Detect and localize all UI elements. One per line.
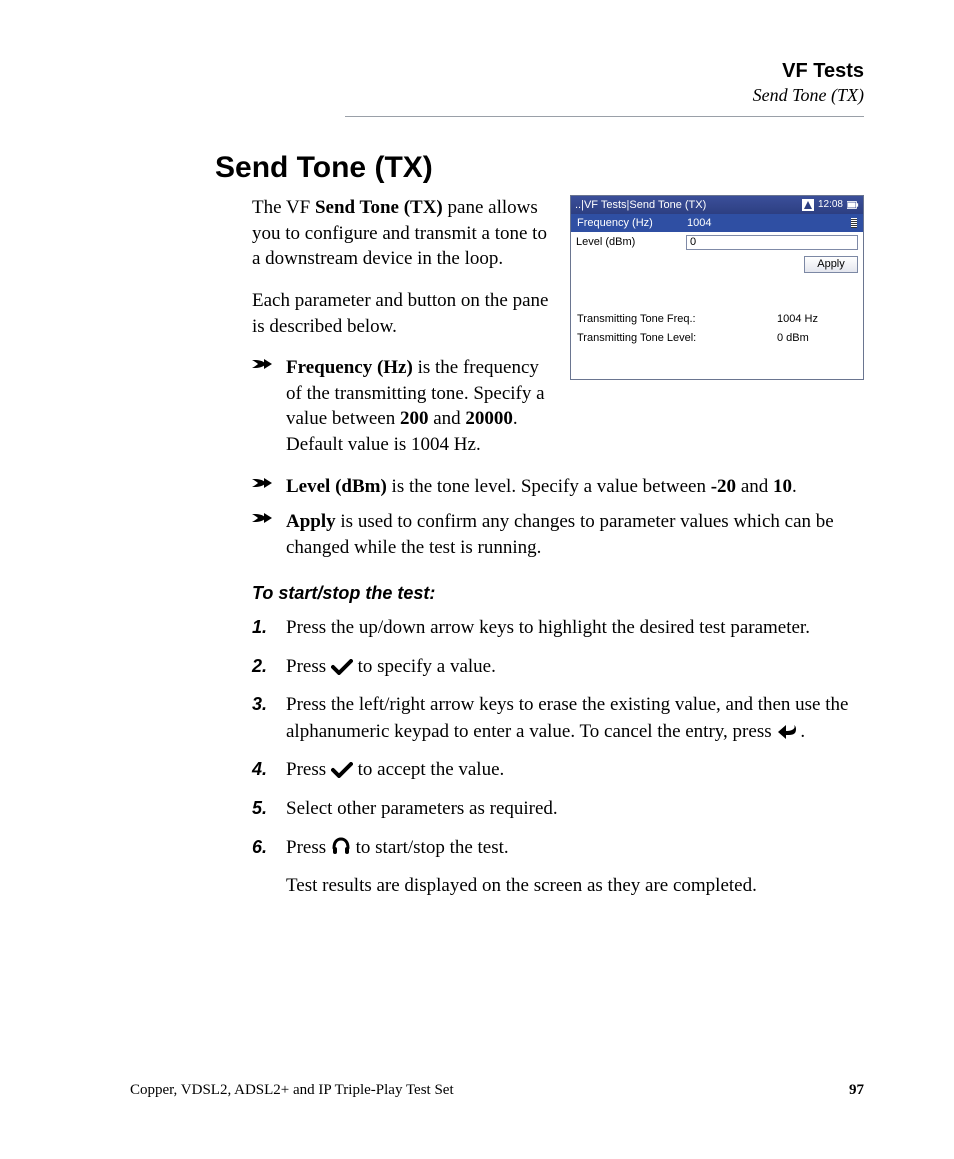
text-bold: 200 xyxy=(400,408,429,429)
text-bold: Level (dBm) xyxy=(286,476,387,497)
page-footer: Copper, VDSL2, ADSL2+ and IP Triple-Play… xyxy=(130,1082,864,1099)
text-bold: Frequency (Hz) xyxy=(286,357,413,378)
bullet-frequency: Frequency (Hz) is the frequency of the t… xyxy=(252,355,556,458)
step-number: 4. xyxy=(252,757,286,781)
check-icon xyxy=(331,656,353,677)
step-number: 3. xyxy=(252,692,286,716)
page-title: Send Tone (TX) xyxy=(215,151,864,185)
clock: 12:08 xyxy=(818,198,843,212)
step-number: 1. xyxy=(252,615,286,639)
text-bold: Apply xyxy=(286,511,336,532)
step-text: Press to accept the value. xyxy=(286,757,864,784)
text: to specify a value. xyxy=(353,656,496,677)
text: and xyxy=(736,476,773,497)
result-freq-row: Transmitting Tone Freq.: 1004 Hz xyxy=(577,310,857,329)
step-text: Press to start/stop the test. xyxy=(286,835,864,862)
procedure-heading: To start/stop the test: xyxy=(252,581,864,605)
device-title: ..|VF Tests|Send Tone (TX) xyxy=(575,198,802,213)
step-number: 5. xyxy=(252,796,286,820)
apply-row: Apply xyxy=(571,252,863,276)
param-frequency-row[interactable]: Frequency (Hz) 1004 xyxy=(571,214,863,232)
bullet-apply: Apply is used to confirm any changes to … xyxy=(252,509,864,560)
check-icon xyxy=(331,759,353,780)
bullet-text: Apply is used to confirm any changes to … xyxy=(286,509,864,560)
text: Press xyxy=(286,759,331,780)
result-level-value: 0 dBm xyxy=(777,329,857,348)
text: is used to confirm any changes to parame… xyxy=(286,511,834,558)
text: The VF xyxy=(252,197,315,218)
param-frequency-label: Frequency (Hz) xyxy=(577,216,687,231)
bullet-text: Level (dBm) is the tone level. Specify a… xyxy=(286,474,864,500)
step-2: 2. Press to specify a value. xyxy=(252,654,864,681)
step-text: Press to specify a value. xyxy=(286,654,864,681)
body-content: ..|VF Tests|Send Tone (TX) 12:08 Frequen… xyxy=(252,195,864,899)
battery-icon xyxy=(847,199,859,211)
footer-product: Copper, VDSL2, ADSL2+ and IP Triple-Play… xyxy=(130,1082,454,1099)
step-number: 6. xyxy=(252,835,286,859)
text: to start/stop the test. xyxy=(351,837,509,858)
text-bold: -20 xyxy=(711,476,736,497)
arrow-bullet-icon xyxy=(252,355,286,371)
text: . xyxy=(800,721,805,742)
step-6-note: Test results are displayed on the screen… xyxy=(286,873,864,899)
step-5: 5. Select other parameters as required. xyxy=(252,796,864,823)
arrow-bullet-icon xyxy=(252,474,286,490)
param-level-row[interactable]: Level (dBm) xyxy=(571,232,863,252)
text: Press the left/right arrow keys to erase… xyxy=(286,694,848,742)
bullet-text: Frequency (Hz) is the frequency of the t… xyxy=(286,355,556,458)
param-level-input[interactable] xyxy=(686,235,858,250)
param-frequency-value: 1004 xyxy=(687,216,847,231)
step-4: 4. Press to accept the value. xyxy=(252,757,864,784)
section-breadcrumb: Send Tone (TX) xyxy=(345,85,864,106)
signal-icon xyxy=(802,199,814,211)
step-text: Press the left/right arrow keys to erase… xyxy=(286,692,864,745)
text: to accept the value. xyxy=(353,759,504,780)
text: Press xyxy=(286,837,331,858)
result-freq-value: 1004 Hz xyxy=(777,310,857,329)
result-freq-label: Transmitting Tone Freq.: xyxy=(577,310,777,329)
result-level-row: Transmitting Tone Level: 0 dBm xyxy=(577,329,857,348)
text: is the tone level. Specify a value betwe… xyxy=(387,476,711,497)
param-level-label: Level (dBm) xyxy=(576,235,686,250)
step-6: 6. Press to start/stop the test. xyxy=(252,835,864,862)
step-3: 3. Press the left/right arrow keys to er… xyxy=(252,692,864,745)
text: . xyxy=(792,476,797,497)
arrow-bullet-icon xyxy=(252,509,286,525)
back-arrow-icon xyxy=(776,721,800,742)
page-number: 97 xyxy=(849,1082,864,1099)
manual-page: VF Tests Send Tone (TX) Send Tone (TX) .… xyxy=(0,0,954,1159)
step-1: 1. Press the up/down arrow keys to highl… xyxy=(252,615,864,642)
row-grip-icon xyxy=(851,218,857,228)
step-number: 2. xyxy=(252,654,286,678)
apply-button[interactable]: Apply xyxy=(804,256,858,273)
step-text: Select other parameters as required. xyxy=(286,796,864,823)
bullet-level: Level (dBm) is the tone level. Specify a… xyxy=(252,474,864,500)
text-bold: 10 xyxy=(773,476,792,497)
result-level-label: Transmitting Tone Level: xyxy=(577,329,777,348)
device-screenshot: ..|VF Tests|Send Tone (TX) 12:08 Frequen… xyxy=(570,195,864,380)
status-tray: 12:08 xyxy=(802,198,859,212)
headset-icon xyxy=(331,837,351,858)
text: and xyxy=(428,408,465,429)
chapter-title: VF Tests xyxy=(345,60,864,83)
text-bold: 20000 xyxy=(465,408,513,429)
device-titlebar: ..|VF Tests|Send Tone (TX) 12:08 xyxy=(571,196,863,214)
text: Press xyxy=(286,656,331,677)
result-area: Transmitting Tone Freq.: 1004 Hz Transmi… xyxy=(571,306,863,379)
running-header: VF Tests Send Tone (TX) xyxy=(345,60,864,117)
text-bold: Send Tone (TX) xyxy=(315,197,443,218)
step-text: Press the up/down arrow keys to highligh… xyxy=(286,615,864,642)
